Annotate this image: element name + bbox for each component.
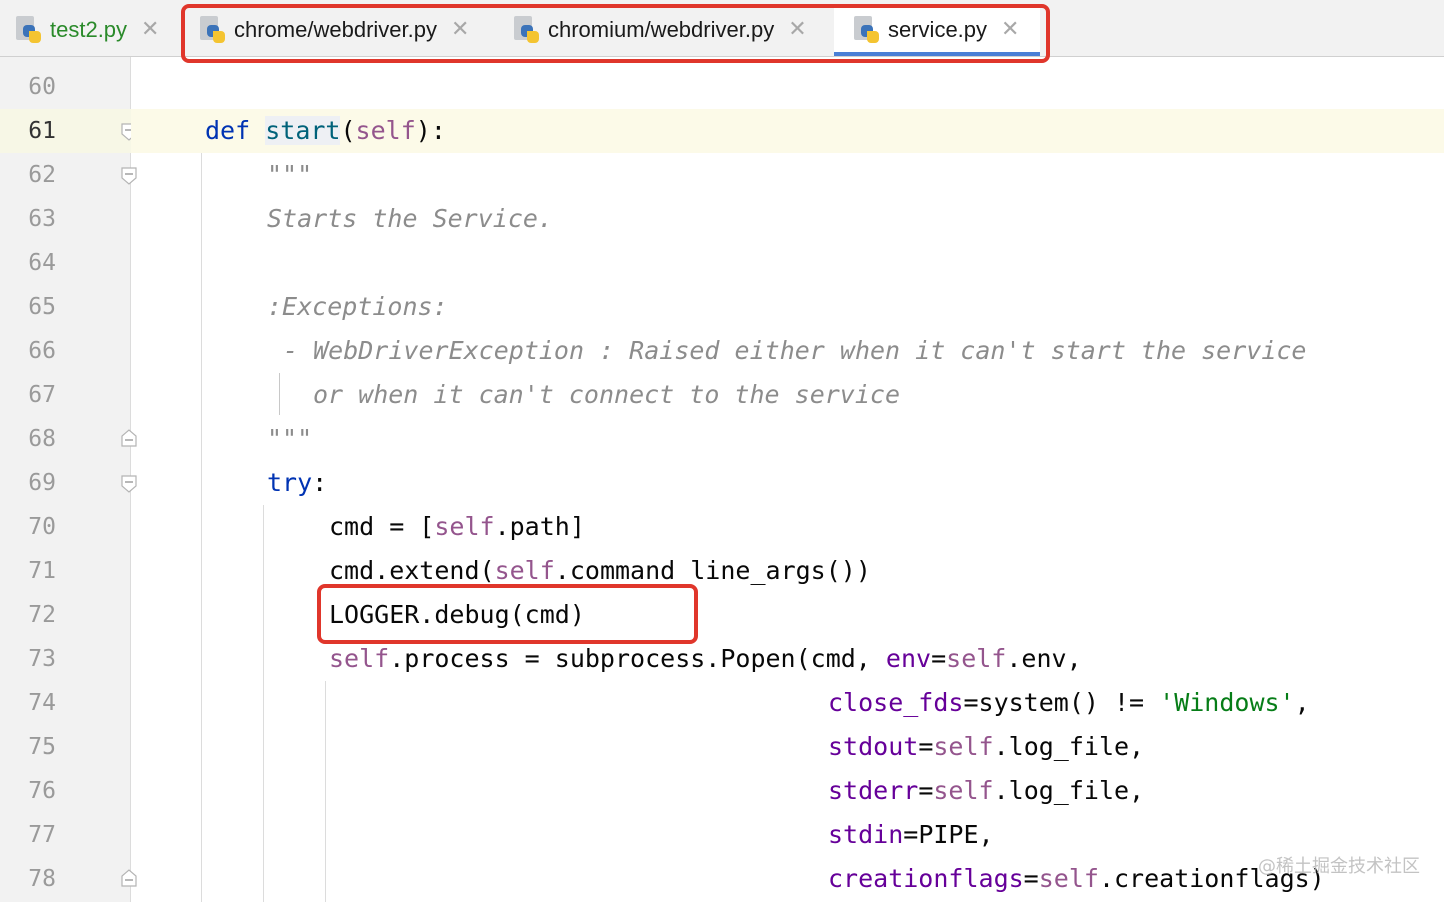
code-line-78: creationflags=self.creationflags) xyxy=(828,857,1325,901)
paren: ( xyxy=(340,116,356,145)
code-line-67: or when it can't connect to the service xyxy=(313,380,900,409)
line-number: 77 xyxy=(28,822,56,848)
code-text: =system() != xyxy=(963,688,1160,717)
param-name: stdout xyxy=(828,732,919,761)
close-icon[interactable]: ✕ xyxy=(788,19,806,41)
line-number: 66 xyxy=(28,338,56,364)
code-text: .log_file, xyxy=(993,732,1145,761)
line-number: 73 xyxy=(28,646,56,672)
tab-label: service.py xyxy=(888,17,988,42)
code-text: .path] xyxy=(494,512,585,541)
code-line-65: :Exceptions: xyxy=(267,292,448,321)
editor-tab-bar: test2.py ✕ chrome/webdriver.py ✕ chromiu… xyxy=(0,0,1444,57)
line-number: 76 xyxy=(28,778,56,804)
function-name: start xyxy=(265,116,341,145)
param-name: close_fds xyxy=(828,688,964,717)
code-text: = xyxy=(1023,864,1039,893)
line-number: 74 xyxy=(28,690,56,716)
code-line-61: def start(self): xyxy=(205,109,446,153)
indent-guide xyxy=(325,681,326,902)
line-number-gutter[interactable]: 60 61 62 63 64 65 66 67 68 69 70 71 72 7… xyxy=(0,57,137,902)
line-number: 72 xyxy=(28,602,56,628)
tab-label: test2.py xyxy=(50,17,128,42)
line-number: 68 xyxy=(28,426,56,452)
close-icon[interactable]: ✕ xyxy=(451,19,469,41)
tab-label: chromium/webdriver.py xyxy=(548,17,775,42)
self-keyword: self xyxy=(355,116,416,145)
tab-label: chrome/webdriver.py xyxy=(234,17,437,42)
code-line-66: - WebDriverException : Raised either whe… xyxy=(283,336,1307,365)
code-line-76: stderr=self.log_file, xyxy=(828,769,1144,813)
code-editor[interactable]: def start(self): """ Starts the Service.… xyxy=(131,57,1444,902)
line-number: 62 xyxy=(28,162,56,188)
tab-chrome-webdriver-py[interactable]: chrome/webdriver.py ✕ xyxy=(198,4,498,56)
param-name: stdin xyxy=(828,820,904,849)
line-number: 67 xyxy=(28,382,56,408)
code-text: = xyxy=(918,776,934,805)
python-file-icon xyxy=(198,15,228,45)
code-line-73: self.process = subprocess.Popen(cmd, env… xyxy=(329,637,1082,681)
code-text: = xyxy=(918,732,934,761)
param-name: env xyxy=(885,644,932,673)
code-text: cmd = [ xyxy=(329,512,435,541)
line-number: 61 xyxy=(28,118,56,144)
code-text: , xyxy=(1294,688,1310,717)
code-text: cmd.extend( xyxy=(329,556,495,585)
code-line-71: cmd.extend(self.command_line_args()) xyxy=(329,549,871,593)
code-line-75: stdout=self.log_file, xyxy=(828,725,1144,769)
indent-guide xyxy=(263,505,264,902)
code-text: .log_file, xyxy=(993,776,1145,805)
code-line-69: try: xyxy=(267,461,327,505)
code-text: =PIPE, xyxy=(903,820,994,849)
param-name: creationflags xyxy=(828,864,1024,893)
code-text: = xyxy=(931,644,947,673)
self-keyword: self xyxy=(933,732,994,761)
paren: ): xyxy=(415,116,446,145)
self-keyword: self xyxy=(933,776,994,805)
code-line-70: cmd = [self.path] xyxy=(329,505,585,549)
line-number: 60 xyxy=(28,74,56,100)
python-file-icon xyxy=(512,15,542,45)
param-name: stderr xyxy=(828,776,919,805)
tab-service-py[interactable]: service.py ✕ xyxy=(834,4,1040,56)
self-keyword: self xyxy=(1038,864,1099,893)
watermark: @稀土掘金技术社区 xyxy=(1258,856,1420,877)
code-line-68: """ xyxy=(267,424,313,453)
indent-guide xyxy=(279,373,280,415)
self-keyword: self xyxy=(329,644,390,673)
code-line-77: stdin=PIPE, xyxy=(828,813,994,857)
self-keyword: self xyxy=(946,644,1007,673)
keyword-try: try xyxy=(267,468,313,497)
line-number: 64 xyxy=(28,250,56,276)
line-number: 69 xyxy=(28,470,56,496)
python-file-icon xyxy=(14,15,44,45)
code-text: .process = subprocess.Popen(cmd, xyxy=(389,644,886,673)
self-keyword: self xyxy=(494,556,555,585)
indent-guide xyxy=(201,153,202,902)
code-line-62: """ xyxy=(267,160,313,189)
line-number: 63 xyxy=(28,206,56,232)
line-number: 70 xyxy=(28,514,56,540)
line-number: 78 xyxy=(28,866,56,892)
line-number: 65 xyxy=(28,294,56,320)
code-line-72: LOGGER.debug(cmd) xyxy=(329,600,585,629)
self-keyword: self xyxy=(434,512,495,541)
close-icon[interactable]: ✕ xyxy=(141,19,159,41)
tab-chromium-webdriver-py[interactable]: chromium/webdriver.py ✕ xyxy=(512,4,834,56)
line-number: 71 xyxy=(28,558,56,584)
keyword-def: def xyxy=(205,116,251,145)
code-text: .command_line_args()) xyxy=(554,556,871,585)
close-icon[interactable]: ✕ xyxy=(1001,19,1019,41)
line-number: 75 xyxy=(28,734,56,760)
colon: : xyxy=(312,468,328,497)
python-file-icon xyxy=(852,15,882,45)
code-line-74: close_fds=system() != 'Windows', xyxy=(828,681,1310,725)
tab-test2-py[interactable]: test2.py ✕ xyxy=(14,4,184,56)
code-line-63: Starts the Service. xyxy=(267,204,553,233)
code-text: .env, xyxy=(1006,644,1082,673)
string-literal: 'Windows' xyxy=(1159,688,1295,717)
